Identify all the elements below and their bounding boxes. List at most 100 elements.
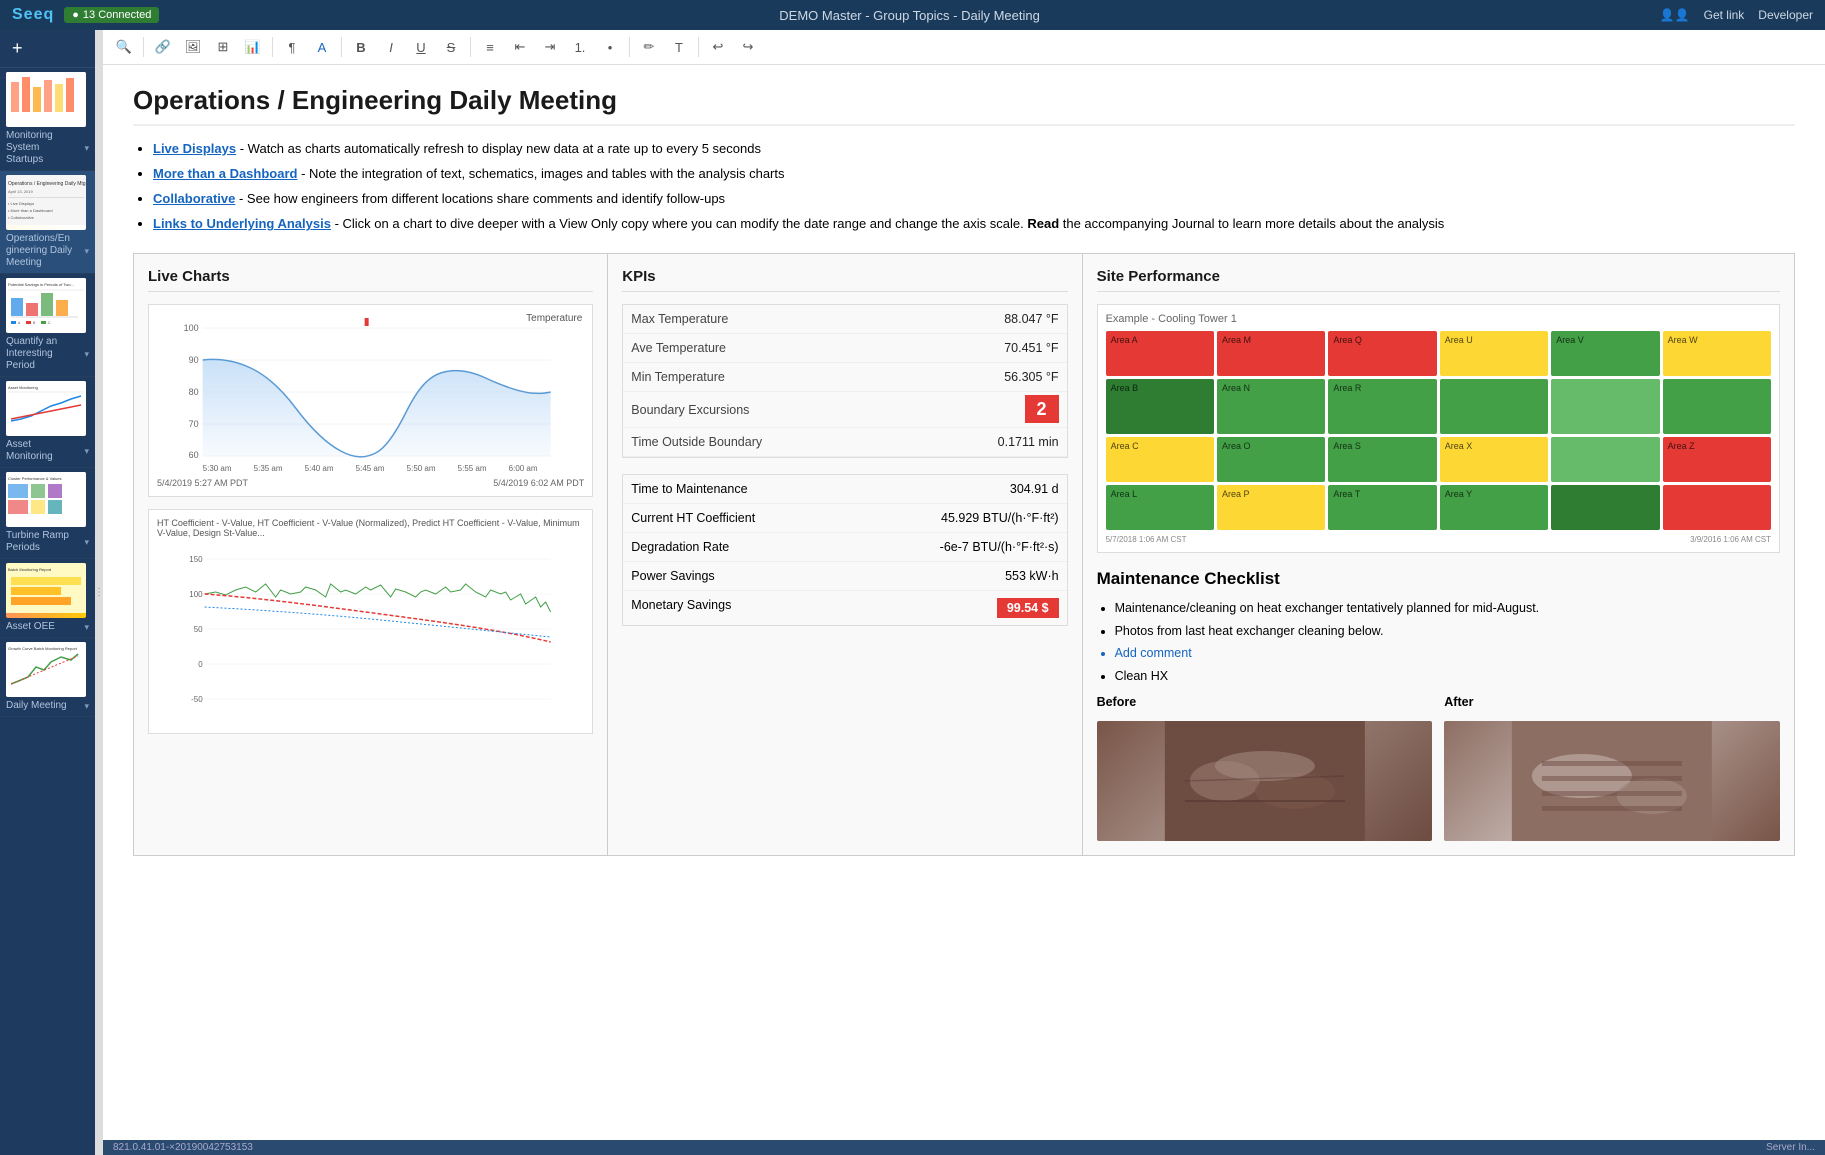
live-displays-link[interactable]: Live Displays: [153, 141, 236, 156]
kpi-value-power-savings: 553 kW·h: [1005, 569, 1059, 583]
indent-more-toolbar-btn[interactable]: ⇥: [537, 34, 563, 60]
sidebar-item-monitoring-system-startups[interactable]: MonitoringSystemStartups ▾: [0, 68, 95, 171]
collaborative-link[interactable]: Collaborative: [153, 191, 235, 206]
links-underlying-link[interactable]: Links to Underlying Analysis: [153, 216, 331, 231]
sidebar-item-quantify-interesting-period[interactable]: Potential Savings in Periods of Two... A…: [0, 274, 95, 377]
image-toolbar-btn[interactable]: 🖼: [180, 34, 206, 60]
sidebar-item-asset-oee[interactable]: Batch Monitoring Report Asset OEE ▾: [0, 559, 95, 638]
unordered-list-toolbar-btn[interactable]: •: [597, 34, 623, 60]
before-after-labels: Before After: [1097, 695, 1780, 709]
search-toolbar-btn[interactable]: 🔍: [111, 34, 137, 60]
sidebar-thumb-2: Operations / Engineering Daily Mtg April…: [6, 175, 86, 230]
sidebar-label-3: Quantify anInterestingPeriod: [6, 336, 57, 372]
sidebar-resize-handle[interactable]: ⋮: [95, 30, 103, 1155]
sidebar-label-row-3: Quantify anInterestingPeriod ▾: [6, 336, 89, 372]
temperature-chart[interactable]: Temperature 100 90 80: [148, 304, 593, 497]
sidebar-item-asset-monitoring[interactable]: Asset Monitoring AssetMonitoring ▾: [0, 377, 95, 468]
kpi-row-ht-coefficient: Current HT Coefficient 45.929 BTU/(h·°F·…: [623, 504, 1066, 533]
toolbar-sep-5: [629, 37, 630, 57]
topbar: Seeq ● 13 Connected DEMO Master - Group …: [0, 0, 1825, 30]
bullet-collaborative: Collaborative - See how engineers from d…: [153, 188, 1795, 210]
sidebar-item-turbine-ramp-periods[interactable]: Cluster Performance & Values Turbine Ram…: [0, 468, 95, 559]
sidebar-thumb-3: Potential Savings in Periods of Two... A…: [6, 278, 86, 333]
svg-text:• Collaborative: • Collaborative: [8, 215, 35, 220]
kpi-value-monetary-savings: 99.54 $: [997, 598, 1059, 618]
toolbar-sep-2: [272, 37, 273, 57]
sidebar-label-row-2: Operations/Engineering DailyMeeting ▾: [6, 233, 89, 269]
kpi-row-power-savings: Power Savings 553 kW·h: [623, 562, 1066, 591]
indent-less-toolbar-btn[interactable]: ⇤: [507, 34, 533, 60]
link-toolbar-btn[interactable]: 🔗: [150, 34, 176, 60]
status-text: 13 Connected: [83, 9, 152, 21]
hm-cell-y: Area Y: [1440, 485, 1548, 530]
more-than-dashboard-link[interactable]: More than a Dashboard: [153, 166, 297, 181]
after-label: After: [1444, 695, 1780, 709]
kpi-label-max-temp: Max Temperature: [623, 305, 914, 334]
maint-bullet-2: Photos from last heat exchanger cleaning…: [1115, 620, 1780, 643]
kpi-row-min-temp: Min Temperature 56.305 °F: [623, 363, 1066, 392]
hm-cell-m: Area M: [1217, 331, 1325, 376]
kpi-value-time-to-maintenance: 304.91 d: [1010, 482, 1059, 496]
statusbar-version: 821.0.41.01-×20190042753153: [113, 1142, 253, 1153]
hm-cell-c: Area C: [1106, 437, 1214, 482]
content-wrapper: 🔍 🔗 🖼 ⊞ 📊 ¶ A B I U S ≡ ⇤ ⇥ 1. • ✏ T ↩ ↪: [103, 30, 1825, 1155]
temp-chart-start-date: 5/4/2019 5:27 AM PDT: [157, 478, 248, 488]
connection-status: ● 13 Connected: [64, 7, 159, 23]
kpi-label-degradation-rate: Degradation Rate: [631, 540, 729, 554]
svg-text:6:00 am: 6:00 am: [509, 464, 538, 473]
bullet-live-displays: Live Displays - Watch as charts automati…: [153, 138, 1795, 160]
toolbar: 🔍 🔗 🖼 ⊞ 📊 ¶ A B I U S ≡ ⇤ ⇥ 1. • ✏ T ↩ ↪: [103, 30, 1825, 65]
italic-toolbar-btn[interactable]: I: [378, 34, 404, 60]
maint-bullet-3[interactable]: Add comment: [1115, 642, 1780, 665]
get-link-btn[interactable]: Get link: [1704, 8, 1745, 22]
sidebar-label-row-1: MonitoringSystemStartups ▾: [6, 130, 89, 166]
hm-cell-o: Area O: [1217, 437, 1325, 482]
kpi-value-max-temp: 88.047 °F: [914, 305, 1066, 334]
undo-toolbar-btn[interactable]: ↩: [705, 34, 731, 60]
bullet-links-underlying-text: - Click on a chart to dive deeper with a…: [335, 216, 1445, 231]
before-label: Before: [1097, 695, 1433, 709]
kpi-value-boundary-excursions: 2: [914, 392, 1066, 428]
format-toolbar-btn[interactable]: T: [666, 34, 692, 60]
kpi-value-time-outside: 0.1711 min: [914, 428, 1066, 457]
align-toolbar-btn[interactable]: ≡: [477, 34, 503, 60]
maintenance-bullets-list: Maintenance/cleaning on heat exchanger t…: [1097, 597, 1780, 687]
statusbar-server: Server In...: [1766, 1142, 1815, 1153]
sidebar-item-operations-engineering-daily-meeting[interactable]: Operations / Engineering Daily Mtg April…: [0, 171, 95, 274]
section-grid: Live Charts Temperature: [133, 253, 1795, 856]
color-toolbar-btn[interactable]: A: [309, 34, 335, 60]
ordered-list-toolbar-btn[interactable]: 1.: [567, 34, 593, 60]
table-toolbar-btn[interactable]: ⊞: [210, 34, 236, 60]
kpi-value-degradation-rate: -6e-7 BTU/(h·°F·ft²·s): [940, 540, 1059, 554]
chart-toolbar-btn[interactable]: 📊: [240, 34, 266, 60]
redo-toolbar-btn[interactable]: ↪: [735, 34, 761, 60]
kpi-maintenance-table: Time to Maintenance 304.91 d Current HT …: [622, 474, 1067, 626]
svg-text:80: 80: [189, 387, 199, 397]
hm-cell-b: Area B: [1106, 379, 1214, 434]
underline-toolbar-btn[interactable]: U: [408, 34, 434, 60]
svg-text:5:55 am: 5:55 am: [458, 464, 487, 473]
bullet-live-displays-text: - Watch as charts automatically refresh …: [240, 141, 761, 156]
statusbar: 821.0.41.01-×20190042753153 Server In...: [103, 1140, 1825, 1155]
temperature-chart-label: Temperature: [526, 313, 582, 324]
hm-cell-l: Area L: [1106, 485, 1214, 530]
strikethrough-toolbar-btn[interactable]: S: [438, 34, 464, 60]
svg-text:100: 100: [184, 323, 199, 333]
sidebar-label-row-7: Daily Meeting ▾: [6, 700, 89, 712]
bold-toolbar-btn[interactable]: B: [348, 34, 374, 60]
maint-bullet-1: Maintenance/cleaning on heat exchanger t…: [1115, 597, 1780, 620]
svg-text:0: 0: [198, 660, 203, 669]
kpi-value-ave-temp: 70.451 °F: [914, 334, 1066, 363]
hm-cell-r: Area R: [1328, 379, 1436, 434]
paragraph-toolbar-btn[interactable]: ¶: [279, 34, 305, 60]
svg-text:Operations / Engineering Daily: Operations / Engineering Daily Mtg: [8, 181, 86, 187]
maintenance-checklist: Maintenance Checklist Maintenance/cleani…: [1097, 569, 1780, 841]
svg-text:Asset Monitoring: Asset Monitoring: [8, 385, 38, 390]
toolbar-sep-3: [341, 37, 342, 57]
add-button[interactable]: +: [0, 30, 95, 68]
sidebar-item-daily-meeting[interactable]: Growth Curve Batch Monitoring Report Dai…: [0, 638, 95, 717]
ht-coefficient-chart[interactable]: HT Coefficient - V-Value, HT Coefficient…: [148, 509, 593, 734]
live-charts-panel: Live Charts Temperature: [134, 254, 608, 855]
developer-btn[interactable]: Developer: [1758, 8, 1813, 22]
highlight-toolbar-btn[interactable]: ✏: [636, 34, 662, 60]
